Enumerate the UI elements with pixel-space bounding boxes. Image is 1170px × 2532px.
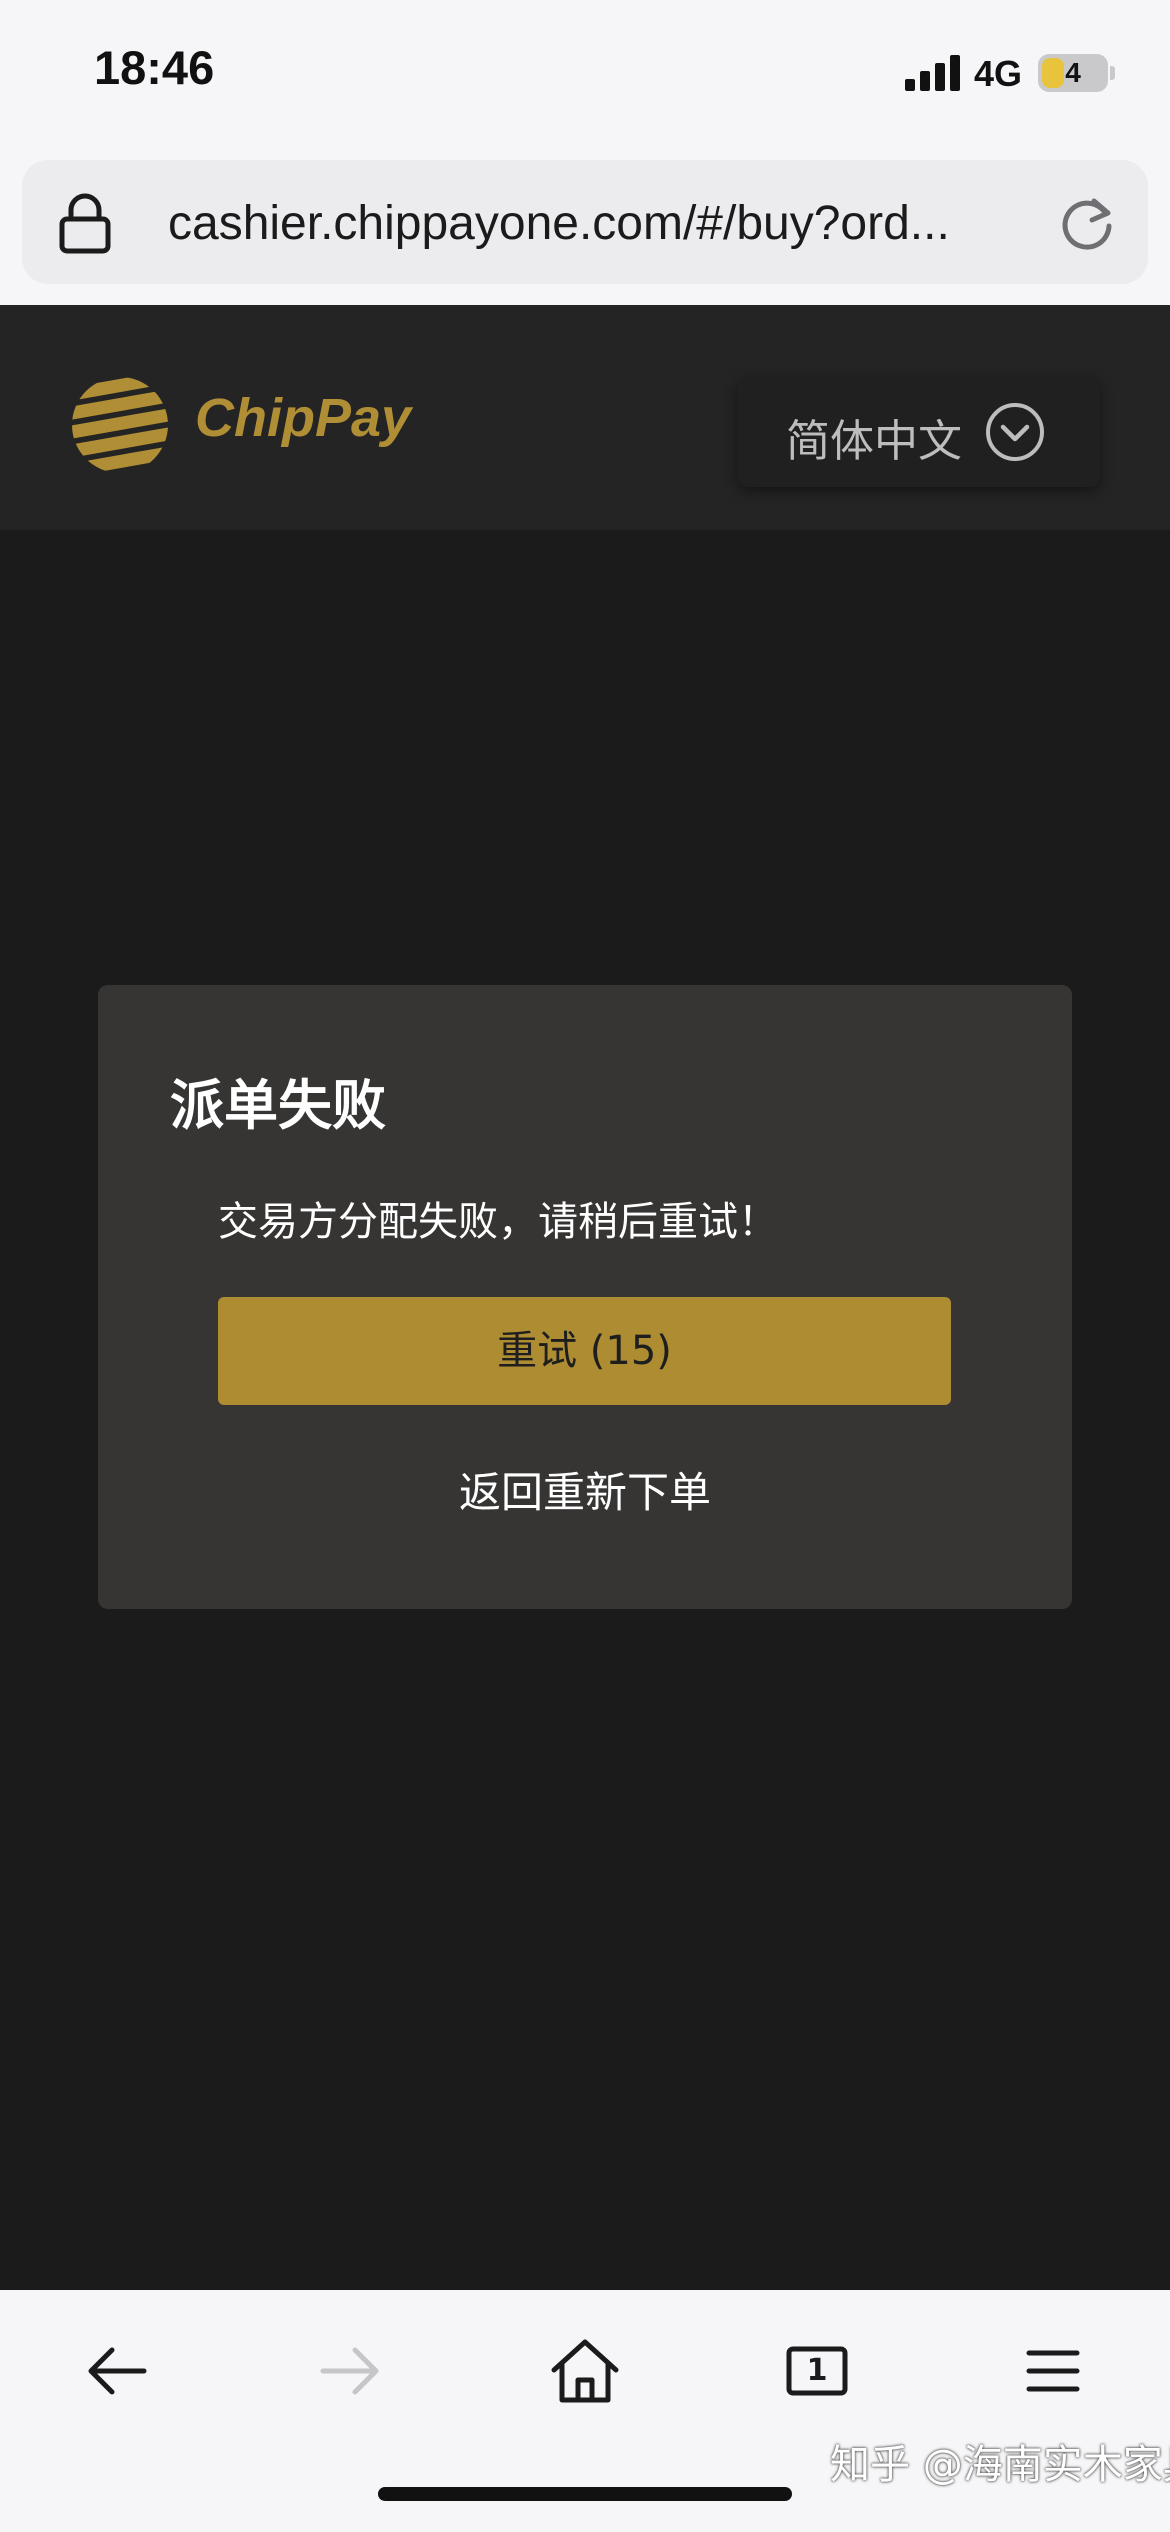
browser-address-area: cashier.chippayone.com/#/buy?ord...: [0, 150, 1170, 305]
signal-icon: [905, 55, 961, 91]
back-reorder-link[interactable]: 返回重新下单: [98, 1459, 1072, 1520]
forward-arrow-icon[interactable]: [305, 2326, 395, 2416]
reload-icon[interactable]: [1056, 192, 1118, 254]
language-label: 简体中文: [786, 416, 962, 467]
address-bar[interactable]: cashier.chippayone.com/#/buy?ord...: [22, 160, 1148, 284]
network-type: 4G: [974, 53, 1023, 94]
home-indicator: [378, 2487, 792, 2501]
battery-level: 4: [1065, 57, 1081, 88]
logo-icon: [72, 377, 168, 473]
home-icon[interactable]: [540, 2326, 630, 2416]
logo-text[interactable]: ChipPay: [195, 387, 411, 449]
watermark: 知乎 @海南实木家具: [830, 2442, 1170, 2488]
battery-nub: [1110, 66, 1115, 80]
dialog-title: 派单失败: [170, 1074, 386, 1137]
status-bar: 18:46 4G 4: [0, 0, 1170, 150]
dialog-message: 交易方分配失败，请稍后重试！: [218, 1199, 778, 1245]
retry-button[interactable]: 重试 (15): [218, 1297, 951, 1405]
tab-count: 1: [806, 2353, 828, 2388]
dispatch-failed-dialog: 派单失败 交易方分配失败，请稍后重试！ 重试 (15) 返回重新下单: [98, 985, 1072, 1609]
back-arrow-icon[interactable]: [72, 2326, 162, 2416]
chevron-down-icon: [986, 403, 1044, 461]
status-time: 18:46: [94, 41, 215, 94]
url-text[interactable]: cashier.chippayone.com/#/buy?ord...: [168, 196, 1038, 251]
menu-icon[interactable]: [1008, 2326, 1098, 2416]
tabs-button[interactable]: 1: [772, 2326, 862, 2416]
language-selector[interactable]: 简体中文: [738, 377, 1100, 487]
battery-icon: 4: [1038, 54, 1108, 92]
site-header: ChipPay 简体中文: [0, 305, 1170, 530]
lock-icon: [59, 193, 111, 254]
